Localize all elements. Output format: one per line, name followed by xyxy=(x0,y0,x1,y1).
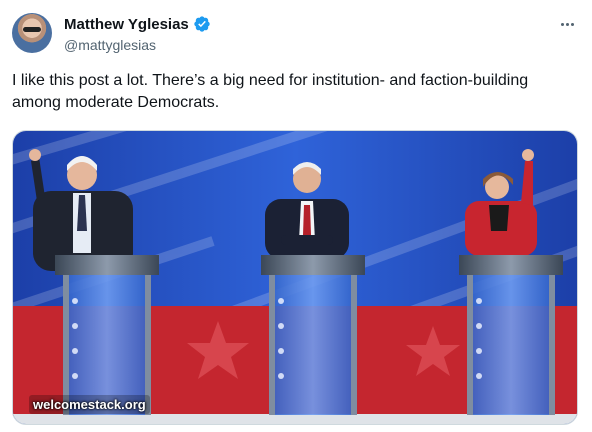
author-handle[interactable]: @mattyglesias xyxy=(64,37,156,53)
tweet-media-image[interactable]: welcomestack.org xyxy=(12,130,578,425)
verified-badge-icon xyxy=(193,15,211,33)
more-options-icon[interactable] xyxy=(556,14,578,34)
avatar[interactable] xyxy=(12,13,52,53)
tweet-text: I like this post a lot. There’s a big ne… xyxy=(12,72,529,111)
author-name-row: Matthew Yglesias xyxy=(64,15,211,33)
glasses-shape xyxy=(23,27,41,32)
author-display-name[interactable]: Matthew Yglesias xyxy=(64,16,189,33)
image-watermark: welcomestack.org xyxy=(29,395,150,414)
tweet-card: Matthew Yglesias @mattyglesias I like th… xyxy=(0,0,592,432)
debate-stage-photo xyxy=(13,131,577,424)
